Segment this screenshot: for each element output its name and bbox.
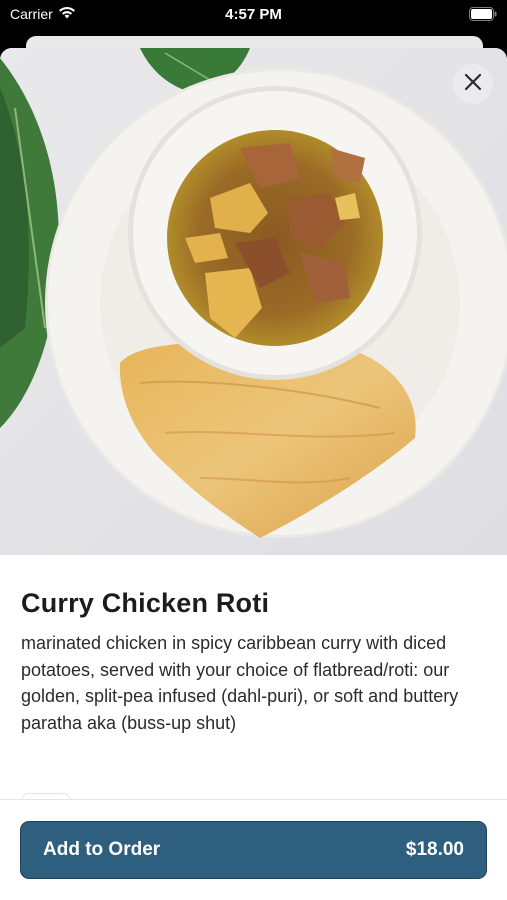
close-icon [464,73,482,96]
item-detail-sheet: Curry Chicken Roti marinated chicken in … [0,48,507,900]
hero-image [0,48,507,555]
order-price: $18.00 [405,839,464,860]
status-bar: Carrier 4:57 PM [0,0,507,30]
close-button[interactable] [453,64,493,104]
add-to-order-button[interactable]: Add to Order $18.00 [20,821,487,879]
item-title: Curry Chicken Roti [21,588,270,618]
add-to-order-label: Add to Order [43,839,161,860]
status-time: 4:57 PM [225,6,282,23]
battery-icon [469,7,497,24]
bottom-action-bar: Add to Order $18.00 [0,799,507,900]
item-description: marinated chicken in spicy caribbean cur… [21,633,459,733]
